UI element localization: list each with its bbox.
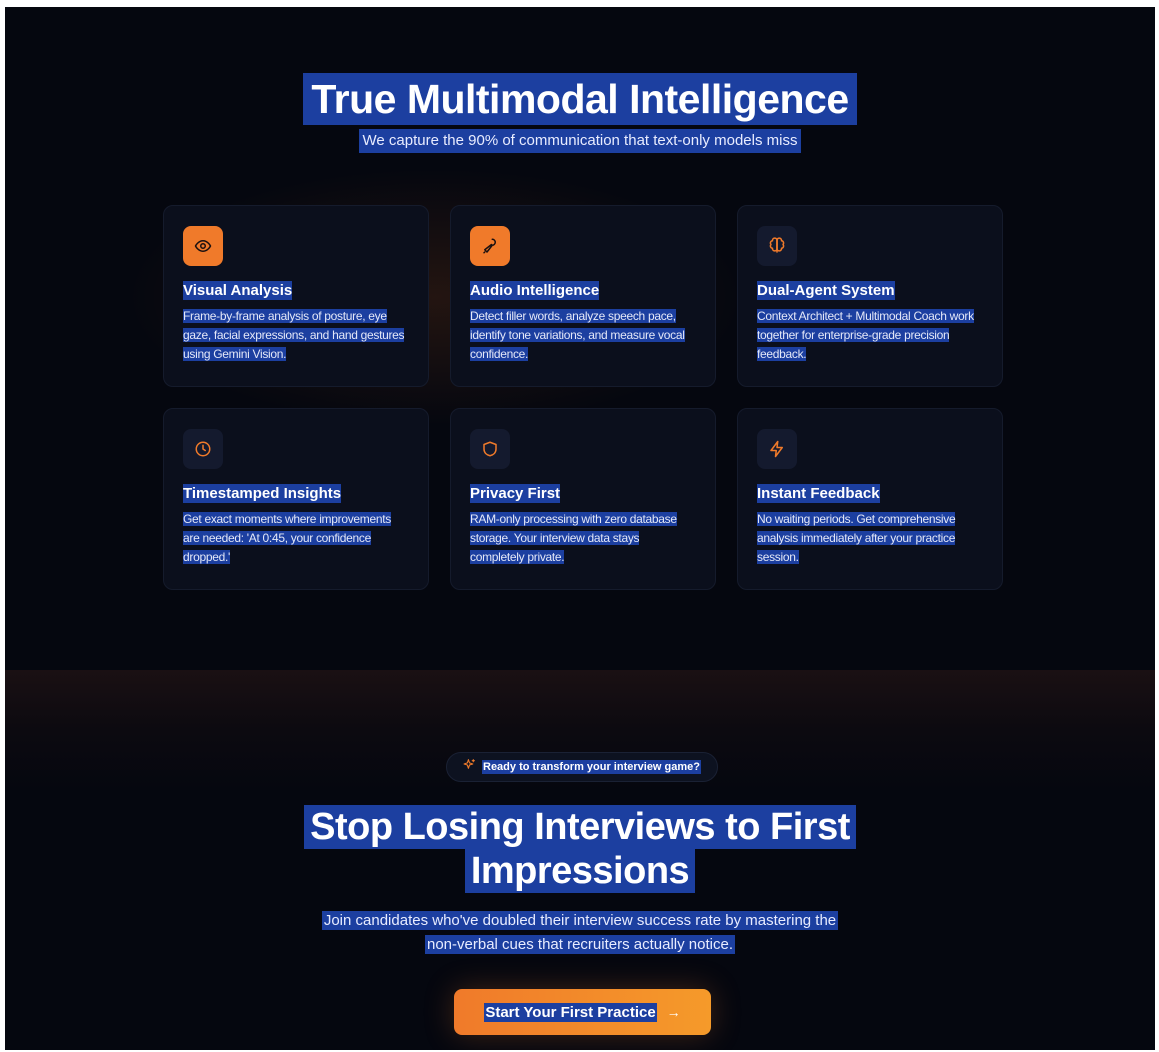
feature-description: RAM-only processing with zero database s… <box>470 512 677 564</box>
section-subtitle-wrap: We capture the 90% of communication that… <box>5 129 1155 153</box>
start-practice-button[interactable]: Start Your First Practice → <box>454 989 711 1035</box>
feature-description: Frame-by-frame analysis of posture, eye … <box>183 309 405 361</box>
start-practice-button-label: Start Your First Practice <box>484 1002 657 1022</box>
cta-description-line-1: Join candidates who've doubled their int… <box>321 911 839 930</box>
feature-title: Timestamped Insights <box>183 484 342 503</box>
feature-title: Instant Feedback <box>757 484 880 503</box>
brain-icon <box>757 226 797 266</box>
feature-card-audio-intelligence: Audio Intelligence Detect filler words, … <box>450 205 716 387</box>
feature-title: Privacy First <box>470 484 561 503</box>
eye-icon <box>183 226 223 266</box>
sparkle-icon <box>463 758 476 776</box>
feature-title: Audio Intelligence <box>470 281 600 300</box>
feature-card-privacy-first: Privacy First RAM-only processing with z… <box>450 408 716 590</box>
cta-description-line-2: non-verbal cues that recruiters actually… <box>425 935 735 954</box>
cta-title-line-2: Impressions <box>464 849 696 893</box>
feature-grid: Visual Analysis Frame-by-frame analysis … <box>163 205 1003 590</box>
cta-description: Join candidates who've doubled their int… <box>5 909 1155 957</box>
clock-icon <box>183 429 223 469</box>
page: True Multimodal Intelligence We capture … <box>5 7 1155 1050</box>
section-subtitle: We capture the 90% of communication that… <box>358 129 802 153</box>
section-heading: True Multimodal Intelligence <box>5 73 1155 125</box>
lightning-icon <box>757 429 797 469</box>
feature-description: Context Architect + Multimodal Coach wor… <box>757 309 974 361</box>
section-title: True Multimodal Intelligence <box>303 73 857 125</box>
feature-card-visual-analysis: Visual Analysis Frame-by-frame analysis … <box>163 205 429 387</box>
feature-card-timestamped-insights: Timestamped Insights Get exact moments w… <box>163 408 429 590</box>
cta-badge-label: Ready to transform your interview game? <box>482 760 701 774</box>
feature-card-dual-agent-system: Dual-Agent System Context Architect + Mu… <box>737 205 1003 387</box>
feature-title: Visual Analysis <box>183 281 293 300</box>
microphone-icon <box>470 226 510 266</box>
feature-description: Get exact moments where improvements are… <box>183 512 391 564</box>
cta-title: Stop Losing Interviews to First Impressi… <box>5 805 1155 893</box>
shield-icon <box>470 429 510 469</box>
cta-badge: Ready to transform your interview game? <box>446 752 718 782</box>
feature-title: Dual-Agent System <box>757 281 895 300</box>
arrow-right-icon: → <box>666 1004 681 1020</box>
feature-card-instant-feedback: Instant Feedback No waiting periods. Get… <box>737 408 1003 590</box>
feature-description: Detect filler words, analyze speech pace… <box>470 309 685 361</box>
feature-description: No waiting periods. Get comprehensive an… <box>757 512 956 564</box>
cta-title-line-1: Stop Losing Interviews to First <box>304 805 856 849</box>
